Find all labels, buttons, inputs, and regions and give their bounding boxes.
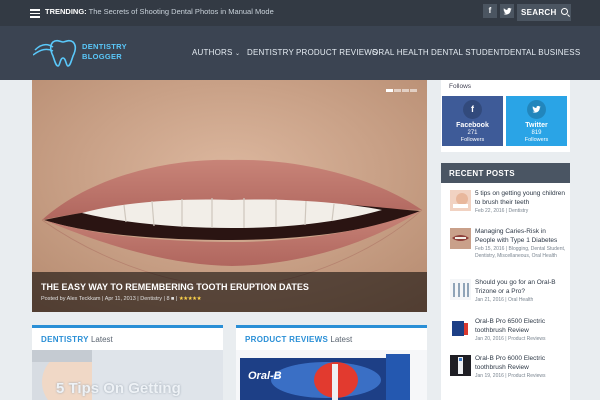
- top-bar: TRENDING: The Secrets of Shooting Dental…: [0, 0, 600, 26]
- product-reviews-latest-panel: PRODUCT REVIEWS Latest Oral-B: [236, 325, 427, 400]
- twitter-name: Twitter: [525, 122, 548, 129]
- tooth-logo-icon[interactable]: [33, 38, 79, 68]
- hero-title[interactable]: THE EASY WAY TO REMEMBERING TOOTH ERUPTI…: [41, 282, 309, 292]
- panel-heading: DENTISTRY Latest: [41, 335, 113, 344]
- search-box[interactable]: SEARCH: [517, 4, 571, 21]
- menu-icon[interactable]: [30, 9, 40, 18]
- main-header: DENTISTRY BLOGGER AUTHORS ⌄ DENTISTRY PR…: [0, 26, 600, 80]
- post-title[interactable]: 5 tips on getting young children to brus…: [475, 190, 567, 207]
- search-label: SEARCH: [521, 8, 557, 17]
- panel-category[interactable]: DENTISTRY: [41, 335, 89, 344]
- post-thumbnail: [450, 279, 471, 300]
- panel-heading: PRODUCT REVIEWS Latest: [245, 335, 352, 344]
- recent-posts-widget: RECENT POSTS 5 tips on getting young chi…: [441, 163, 570, 400]
- search-icon[interactable]: [561, 8, 568, 15]
- twitter-follow-card[interactable]: Twitter 819 Followers: [506, 96, 567, 146]
- panel-image[interactable]: 5 Tips On Getting: [32, 350, 223, 400]
- post-thumbnail: [450, 318, 471, 339]
- post-title[interactable]: Oral-B Pro 6500 Electric toothbrush Revi…: [475, 318, 567, 335]
- panel-image-text: Oral-B: [248, 370, 282, 382]
- panel-image-text: 5 Tips On Getting: [56, 380, 181, 397]
- slider-dot-4[interactable]: [410, 89, 417, 92]
- facebook-icon: f: [463, 100, 482, 119]
- recent-posts-heading: RECENT POSTS: [449, 169, 515, 178]
- facebook-follow-card[interactable]: f Facebook 271 Followers: [442, 96, 503, 146]
- rating-stars: ★★★★★: [178, 296, 202, 302]
- dentistry-latest-panel: DENTISTRY Latest 5 Tips On Getting: [32, 325, 223, 400]
- featured-slider[interactable]: THE EASY WAY TO REMEMBERING TOOTH ERUPTI…: [32, 80, 427, 312]
- trending-link[interactable]: The Secrets of Shooting Dental Photos in…: [89, 7, 274, 16]
- hero-caption: THE EASY WAY TO REMEMBERING TOOTH ERUPTI…: [32, 272, 427, 312]
- follows-label: Follows: [449, 83, 472, 90]
- nav-product-reviews[interactable]: PRODUCT REVIEWS: [296, 48, 378, 57]
- panel-category[interactable]: PRODUCT REVIEWS: [245, 335, 328, 344]
- facebook-name: Facebook: [456, 122, 489, 129]
- chevron-down-icon: ⌄: [234, 51, 241, 57]
- nav-oral-health[interactable]: ORAL HEALTH: [372, 48, 429, 57]
- post-meta: Jan 19, 2016 | Product Reviews: [475, 373, 546, 379]
- twitter-icon[interactable]: [500, 4, 514, 18]
- post-meta: Feb 15, 2016 | Blogging, Dental Student,…: [475, 246, 566, 259]
- facebook-followers-label: Followers: [460, 137, 485, 143]
- facebook-count: 271: [467, 130, 478, 136]
- nav-authors[interactable]: AUTHORS ⌄: [192, 48, 240, 57]
- hero-meta: Posted by Alex Teckkam | Apr 11, 2013 | …: [41, 296, 202, 302]
- slider-dot-2[interactable]: [394, 89, 401, 92]
- panel-suffix: Latest: [330, 335, 353, 344]
- logo-line-2: BLOGGER: [82, 52, 123, 61]
- nav-dentistry[interactable]: DENTISTRY: [247, 48, 294, 57]
- site-logo-text[interactable]: DENTISTRY BLOGGER: [82, 42, 127, 62]
- nav-dental-business[interactable]: DENTAL BUSINESS: [504, 48, 580, 57]
- facebook-icon[interactable]: f: [483, 4, 497, 18]
- panel-image[interactable]: Oral-B: [236, 350, 427, 400]
- post-thumbnail: [450, 190, 471, 211]
- slider-dot-1[interactable]: [386, 89, 393, 92]
- post-meta: Jan 21, 2016 | Oral Health: [475, 297, 534, 303]
- hero-meta-text: Posted by Alex Teckkam | Apr 11, 2013 | …: [41, 296, 178, 302]
- post-meta: Feb 22, 2016 | Dentistry: [475, 208, 529, 214]
- twitter-followers-label: Followers: [524, 137, 549, 143]
- logo-line-1: DENTISTRY: [82, 42, 127, 51]
- post-title[interactable]: Should you go for an Oral-B Trizone or a…: [475, 279, 567, 296]
- nav-dental-student[interactable]: DENTAL STUDENT: [431, 48, 504, 57]
- post-thumbnail: [450, 355, 471, 376]
- recent-posts-header: RECENT POSTS: [441, 163, 570, 183]
- slider-dot-3[interactable]: [402, 89, 409, 92]
- post-thumbnail: [450, 228, 471, 249]
- post-meta: Jan 20, 2016 | Product Reviews: [475, 336, 546, 342]
- twitter-count: 819: [531, 130, 542, 136]
- twitter-icon: [527, 100, 546, 119]
- panel-suffix: Latest: [90, 335, 113, 344]
- nav-authors-label: AUTHORS: [192, 48, 233, 57]
- trending-label: TRENDING:: [45, 7, 87, 16]
- trending-ticker[interactable]: TRENDING: The Secrets of Shooting Dental…: [45, 7, 274, 16]
- post-title[interactable]: Managing Caries-Risk in People with Type…: [475, 228, 567, 245]
- post-title[interactable]: Oral-B Pro 6000 Electric toothbrush Revi…: [475, 355, 567, 372]
